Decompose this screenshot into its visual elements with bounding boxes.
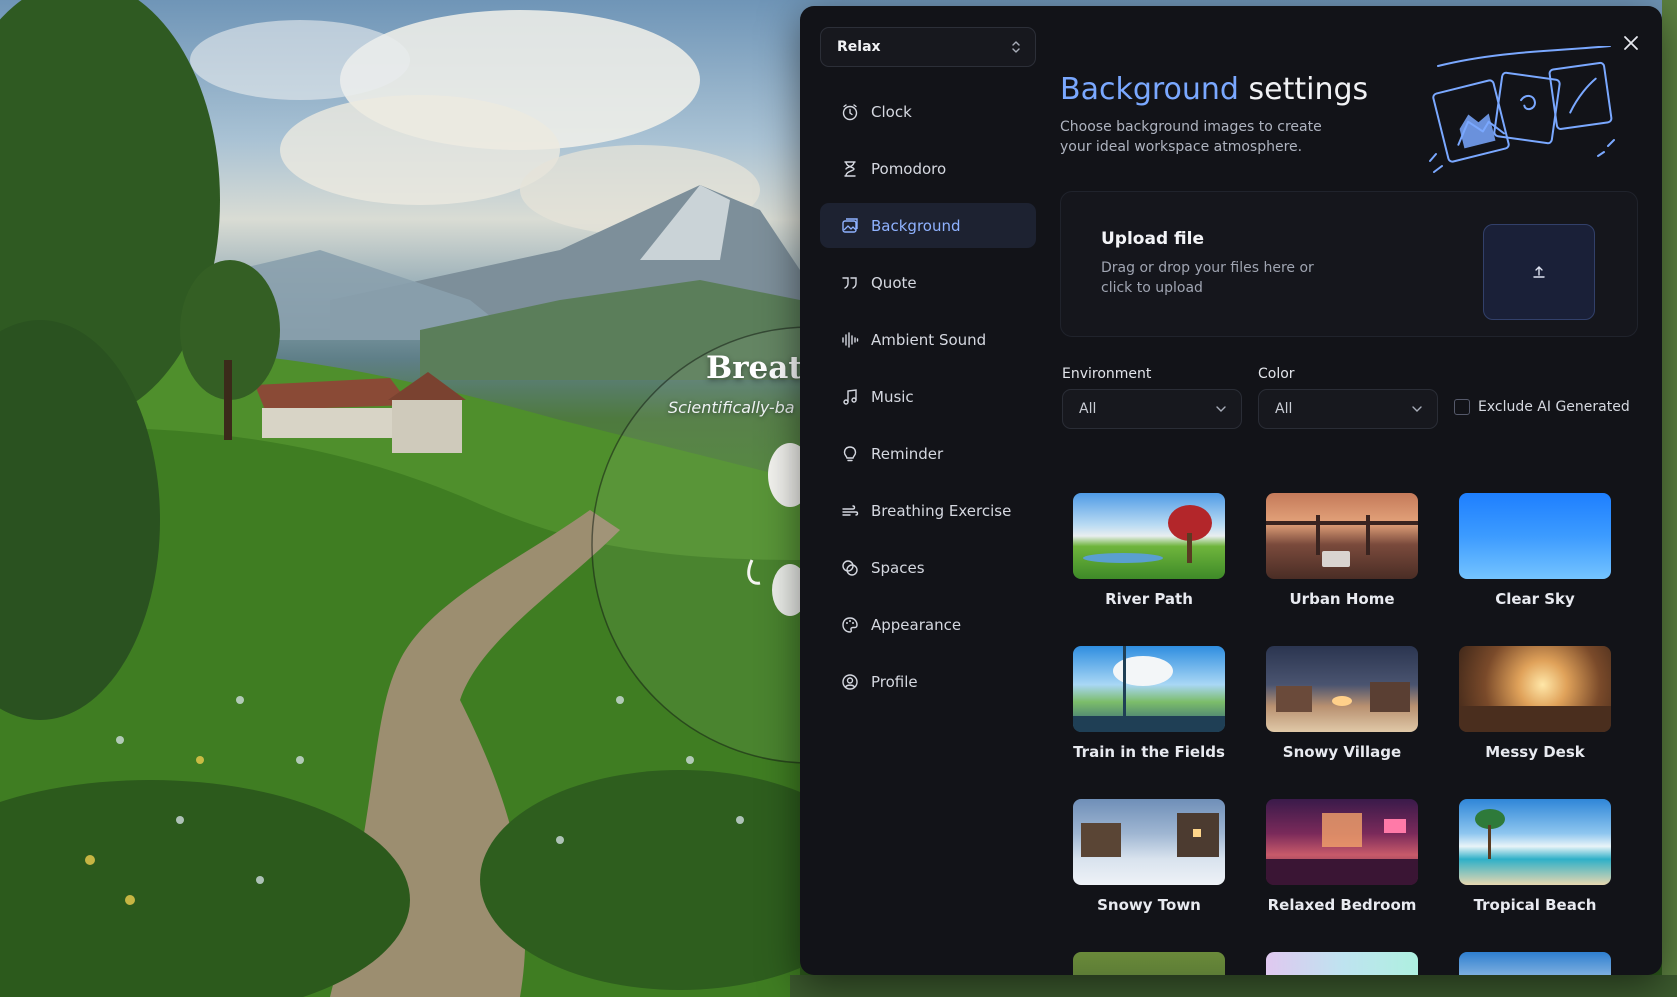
background-card[interactable]: Clear Sky [1459, 493, 1611, 608]
background-card[interactable]: Train in the Fields [1073, 646, 1225, 761]
upload-title: Upload file [1101, 229, 1204, 249]
background-card[interactable]: Tropical Beach [1459, 799, 1611, 914]
environment-select-value: All [1079, 401, 1097, 417]
background-thumbnail [1073, 952, 1225, 975]
environment-select[interactable]: All [1062, 389, 1242, 429]
background-thumbnail [1266, 952, 1418, 975]
upload-icon [1533, 266, 1545, 278]
user-circle-icon [840, 672, 860, 692]
image-stack-icon [840, 216, 860, 236]
upload-button[interactable] [1483, 224, 1595, 320]
sidebar-item-clock[interactable]: Clock [820, 89, 1036, 134]
wind-icon [840, 501, 860, 521]
background-thumbnail [1459, 799, 1611, 885]
sidebar-item-label: Quote [871, 273, 917, 292]
color-label: Color [1258, 366, 1295, 382]
preset-select-value: Relax [837, 39, 881, 55]
background-thumbnail [1073, 799, 1225, 885]
background-thumbnail [1266, 493, 1418, 579]
clock-icon [840, 102, 860, 122]
sidebar-item-profile[interactable]: Profile [820, 659, 1036, 704]
background-card[interactable]: Messy Desk [1459, 646, 1611, 761]
background-name: Snowy Town [1097, 896, 1201, 914]
settings-modal: Relax Clock Pomodoro Background Quote Am… [800, 6, 1662, 975]
palette-icon [840, 615, 860, 635]
page-title-rest: settings [1238, 72, 1369, 107]
background-name: Clear Sky [1495, 590, 1575, 608]
background-card[interactable]: River Path [1073, 493, 1225, 608]
photos-illustration-icon [1428, 45, 1618, 185]
sidebar-item-label: Clock [871, 102, 912, 121]
sidebar-item-label: Pomodoro [871, 159, 947, 178]
color-select[interactable]: All [1258, 389, 1438, 429]
background-name: Train in the Fields [1073, 743, 1225, 761]
background-card[interactable]: Snowy Town [1073, 799, 1225, 914]
page-title: Background settings [1060, 72, 1368, 107]
sidebar-item-label: Reminder [871, 444, 944, 463]
sidebar-item-label: Breathing Exercise [871, 501, 1012, 520]
sidebar-item-breathing-exercise[interactable]: Breathing Exercise [820, 488, 1036, 533]
chevron-down-icon [1412, 406, 1422, 412]
sound-wave-icon [840, 330, 860, 350]
sidebar-item-pomodoro[interactable]: Pomodoro [820, 146, 1036, 191]
quote-icon [840, 273, 860, 293]
background-thumbnail [1459, 493, 1611, 579]
chevron-down-icon [1216, 406, 1226, 412]
sidebar-item-label: Background [871, 216, 961, 235]
background-thumbnail [1073, 493, 1225, 579]
hourglass-icon [840, 159, 860, 179]
chevron-up-down-icon [1012, 41, 1020, 53]
sidebar-item-reminder[interactable]: Reminder [820, 431, 1036, 476]
background-name: Relaxed Bedroom [1267, 896, 1417, 914]
background-settings-panel: Background settings Choose background im… [1060, 6, 1638, 975]
background-card[interactable]: Relaxed Bedroom [1266, 799, 1418, 914]
sidebar-item-label: Profile [871, 672, 918, 691]
environment-label: Environment [1062, 366, 1152, 382]
background-thumbnail [1459, 646, 1611, 732]
preset-select[interactable]: Relax [820, 27, 1036, 67]
background-thumbnail [1266, 799, 1418, 885]
background-card[interactable]: Snowy Village [1266, 646, 1418, 761]
page-description: Choose background images to create your … [1060, 119, 1322, 155]
exclude-ai-label: Exclude AI Generated [1478, 399, 1630, 415]
sidebar-item-music[interactable]: Music [820, 374, 1036, 419]
background-thumbnail [1459, 952, 1611, 975]
settings-sidebar: Relax Clock Pomodoro Background Quote Am… [820, 6, 1036, 975]
background-name: Messy Desk [1485, 743, 1585, 761]
sidebar-item-label: Appearance [871, 615, 962, 634]
sidebar-item-spaces[interactable]: Spaces [820, 545, 1036, 590]
background-card[interactable] [1073, 952, 1225, 975]
sidebar-item-ambient-sound[interactable]: Ambient Sound [820, 317, 1036, 362]
background-card[interactable]: Urban Home [1266, 493, 1418, 608]
sidebar-item-background[interactable]: Background [820, 203, 1036, 248]
exclude-ai-checkbox[interactable] [1454, 399, 1470, 415]
background-name: River Path [1105, 590, 1193, 608]
sidebar-item-appearance[interactable]: Appearance [820, 602, 1036, 647]
background-thumbnail [1266, 646, 1418, 732]
upload-description: Drag or drop your files here or click to… [1101, 260, 1314, 296]
background-card[interactable] [1266, 952, 1418, 975]
sidebar-item-quote[interactable]: Quote [820, 260, 1036, 305]
background-card[interactable] [1459, 952, 1611, 975]
lightbulb-icon [840, 444, 860, 464]
sidebar-item-label: Ambient Sound [871, 330, 987, 349]
exclude-ai-toggle[interactable]: Exclude AI Generated [1454, 399, 1630, 415]
background-thumbnail [1073, 646, 1225, 732]
upload-dropzone[interactable]: Upload file Drag or drop your files here… [1060, 191, 1638, 337]
spaces-icon [840, 558, 860, 578]
music-note-icon [840, 387, 860, 407]
background-name: Urban Home [1289, 590, 1395, 608]
color-select-value: All [1275, 401, 1293, 417]
breathing-subtitle: Scientifically-ba [668, 398, 795, 417]
sidebar-item-label: Music [871, 387, 914, 406]
background-name: Tropical Beach [1473, 896, 1597, 914]
background-name: Snowy Village [1282, 743, 1402, 761]
sidebar-item-label: Spaces [871, 558, 925, 577]
settings-nav: Clock Pomodoro Background Quote Ambient … [820, 89, 1036, 716]
page-title-accent: Background [1060, 72, 1239, 107]
